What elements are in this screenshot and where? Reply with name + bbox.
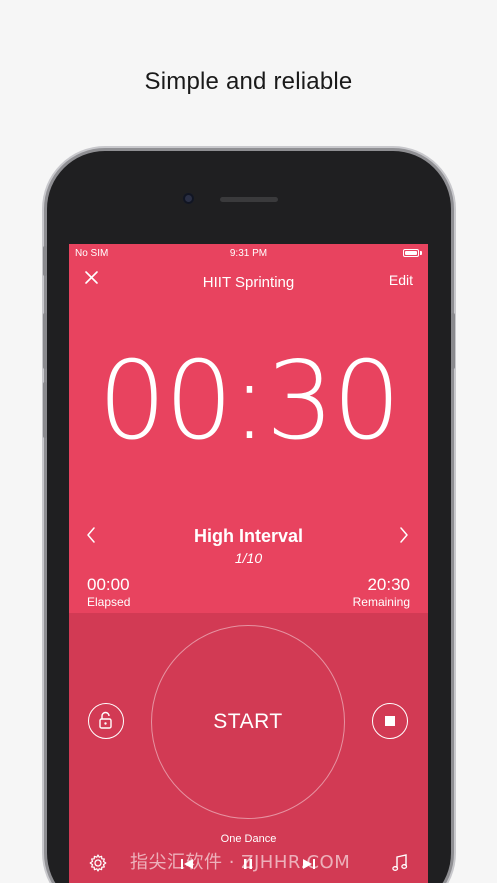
edit-button[interactable]: Edit bbox=[389, 272, 413, 288]
phone-volume-down bbox=[43, 382, 47, 438]
settings-button[interactable] bbox=[88, 853, 108, 873]
remaining-label: Remaining bbox=[352, 595, 410, 609]
remaining-value: 20:30 bbox=[367, 575, 410, 594]
status-time: 9:31 PM bbox=[229, 248, 268, 259]
nav-bar: HIIT Sprinting Edit bbox=[69, 266, 428, 296]
app-screen: No SIM 9:31 PM HIIT Sprinting Edit 00:30… bbox=[69, 244, 428, 883]
lock-button[interactable] bbox=[88, 703, 124, 739]
next-interval-button[interactable] bbox=[397, 526, 411, 544]
countdown-timer: 00:30 bbox=[97, 339, 401, 464]
watermark-text: 指尖汇软件 · ZJHHR.COM bbox=[130, 852, 351, 873]
music-note-icon bbox=[392, 854, 408, 871]
interval-name: High Interval bbox=[193, 526, 304, 546]
controls-panel: START One Dance bbox=[69, 613, 428, 883]
page-tagline: Simple and reliable bbox=[144, 68, 353, 95]
status-bar: No SIM 9:31 PM bbox=[69, 244, 428, 262]
start-label: START bbox=[213, 710, 283, 733]
elapsed-stat: 00:00 Elapsed bbox=[87, 575, 130, 610]
remaining-stat: 20:30 Remaining bbox=[353, 575, 410, 610]
stop-icon bbox=[385, 716, 395, 726]
battery-icon bbox=[403, 249, 419, 257]
phone-power-button bbox=[451, 313, 455, 369]
chevron-right-icon bbox=[400, 527, 408, 543]
elapsed-label: Elapsed bbox=[87, 595, 131, 609]
battery-tip bbox=[420, 251, 422, 255]
lock-icon bbox=[99, 711, 112, 729]
start-button[interactable]: START bbox=[151, 625, 345, 819]
elapsed-value: 00:00 bbox=[87, 575, 130, 594]
interval-count: 1/10 bbox=[234, 550, 263, 566]
gear-icon bbox=[89, 854, 107, 872]
stop-button[interactable] bbox=[372, 703, 408, 739]
earpiece-speaker bbox=[220, 197, 278, 202]
song-title: One Dance bbox=[220, 833, 277, 845]
music-button[interactable] bbox=[391, 853, 409, 873]
phone-mute-switch bbox=[43, 246, 47, 276]
front-camera bbox=[183, 193, 194, 204]
workout-title: HIIT Sprinting bbox=[202, 274, 295, 291]
phone-volume-up bbox=[43, 313, 47, 369]
